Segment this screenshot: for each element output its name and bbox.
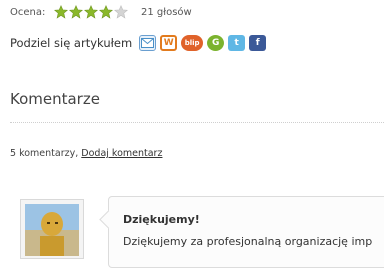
bubble-tail: [99, 210, 118, 229]
add-comment-link[interactable]: Dodaj komentarz: [81, 148, 162, 159]
star-icon[interactable]: [99, 5, 113, 19]
comment-text: Dziękujemy za profesjonalną organizację …: [123, 235, 373, 248]
comment-avatar-frame: [20, 199, 84, 259]
comments-heading: Komentarze: [10, 90, 100, 108]
wykop-icon[interactable]: W: [160, 35, 178, 51]
gg-icon[interactable]: G: [207, 35, 225, 51]
star-icon[interactable]: [54, 5, 68, 19]
rating-stars[interactable]: [54, 5, 129, 19]
twitter-icon[interactable]: t: [228, 35, 246, 51]
star-icon[interactable]: [84, 5, 98, 19]
email-icon[interactable]: [139, 35, 157, 51]
star-icon[interactable]: [114, 5, 128, 19]
star-icon[interactable]: [69, 5, 83, 19]
section-divider: [10, 122, 384, 123]
comment-count-text: 5 komentarzy,: [10, 148, 79, 159]
comment-title: Dziękujemy!: [123, 213, 200, 226]
rating-row: Ocena: 21 głosów: [10, 3, 192, 21]
avatar: [25, 204, 79, 256]
share-row: Podziel się artykułem W blip G t f: [10, 34, 270, 52]
comment-count: 5 komentarzy, Dodaj komentarz: [10, 148, 162, 159]
blip-icon[interactable]: blip: [181, 35, 204, 51]
share-icons: W blip G t f: [139, 35, 270, 51]
share-label: Podziel się artykułem: [10, 36, 133, 50]
rating-label: Ocena:: [10, 6, 46, 18]
comment-bubble: Dziękujemy! Dziękujemy za profesjonalną …: [99, 196, 384, 268]
facebook-icon[interactable]: f: [249, 35, 267, 51]
vote-count: 21 głosów: [141, 6, 192, 18]
